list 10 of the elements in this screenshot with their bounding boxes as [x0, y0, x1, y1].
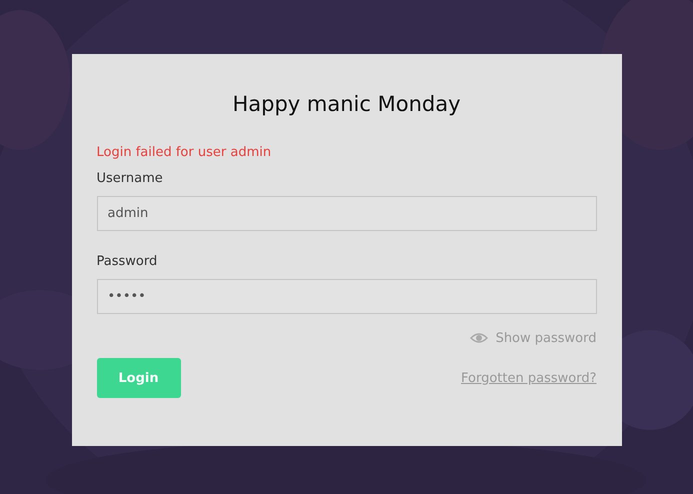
input-field[interactable]: •••••: [96, 279, 596, 314]
login-button[interactable]: Login: [96, 358, 180, 398]
page-title: Happy manic Monday: [231, 91, 462, 118]
show-password-label[interactable]: Show password: [496, 330, 596, 346]
input-field[interactable]: admin: [96, 196, 596, 231]
field-label: Username: [96, 170, 163, 188]
field-label: Password: [96, 253, 158, 271]
eye-icon[interactable]: [470, 332, 488, 344]
forgot-password-link[interactable]: Forgotten password?: [461, 370, 596, 386]
error-message: Login failed for user admin: [96, 144, 272, 162]
